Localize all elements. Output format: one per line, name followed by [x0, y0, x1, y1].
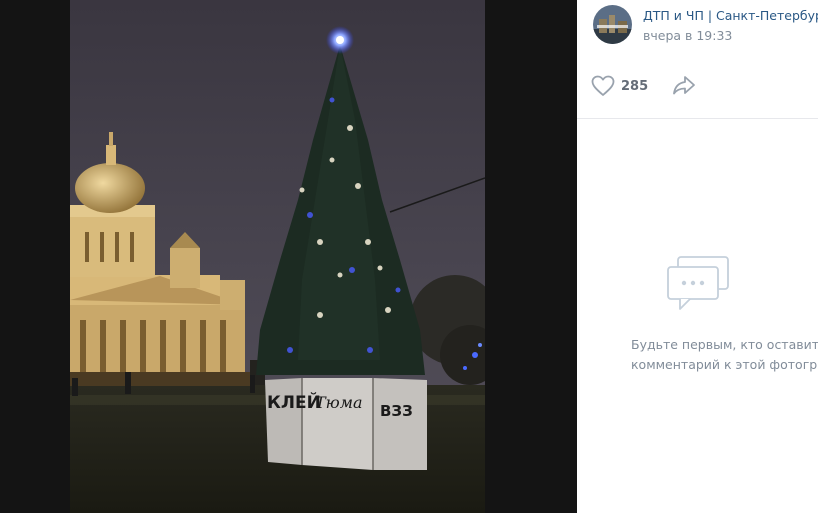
share-arrow-icon [673, 76, 695, 95]
share-button[interactable] [672, 74, 696, 100]
comments-empty-line1: Будьте первым, кто оставит [631, 337, 818, 352]
post-actions: 285 [577, 62, 818, 119]
avatar[interactable] [593, 5, 632, 44]
photo[interactable]: КЛЕЙ Тюма ВЗЗ [70, 0, 485, 513]
comments-empty-state: Будьте первым, кто оставит комментарий к… [577, 255, 818, 372]
photo-viewer: КЛЕЙ Тюма ВЗЗ [0, 0, 577, 513]
comments-empty-text: Будьте первым, кто оставит комментарий к… [631, 335, 818, 375]
comments-icon [666, 256, 729, 310]
heart-icon [591, 75, 615, 96]
like-button[interactable]: 285 [591, 73, 648, 99]
post-header: ДТП и ЧП | Санкт-Петербург | вчера в 19:… [577, 0, 818, 62]
info-panel: ДТП и ЧП | Санкт-Петербург | вчера в 19:… [577, 0, 818, 513]
photo-image: КЛЕЙ Тюма ВЗЗ [70, 0, 485, 513]
graffiti-left: КЛЕЙ [267, 391, 321, 413]
post-author-link[interactable]: ДТП и ЧП | Санкт-Петербург | [643, 8, 818, 23]
graffiti-right: ВЗЗ [380, 402, 413, 420]
graffiti-middle: Тюма [315, 393, 363, 412]
post-time[interactable]: вчера в 19:33 [643, 28, 732, 43]
comments-empty-line2: комментарий к этой фотограф [631, 357, 818, 372]
fence: КЛЕЙ Тюма ВЗЗ [265, 378, 427, 470]
like-count: 285 [621, 78, 649, 94]
